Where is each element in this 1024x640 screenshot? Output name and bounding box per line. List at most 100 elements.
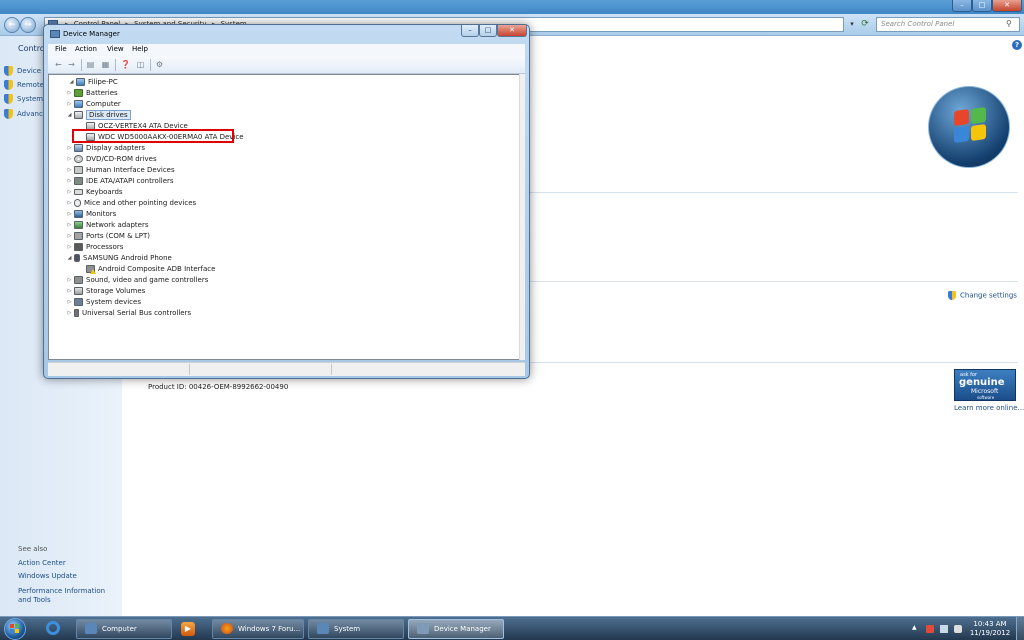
show-desktop-button[interactable] — [1016, 617, 1024, 640]
expand-arrow-icon[interactable]: ▷ — [66, 143, 73, 154]
tree-node-filipe-pc[interactable]: ◢ Filipe-PC — [68, 77, 118, 88]
maximize-button[interactable]: □ — [479, 25, 497, 37]
windows-update-link[interactable]: Windows Update — [18, 572, 118, 581]
help-icon[interactable]: ❓ — [120, 59, 131, 70]
expand-arrow-icon[interactable]: ▷ — [66, 88, 73, 99]
expand-arrow-icon[interactable]: ▷ — [66, 275, 73, 286]
show-hidden-icons-icon[interactable]: ▲ — [912, 624, 920, 632]
minimize-button[interactable]: – — [952, 0, 972, 12]
expand-arrow-icon[interactable]: ▷ — [66, 308, 73, 319]
tree-node-display-adapters[interactable]: ▷ Display adapters — [66, 143, 145, 154]
menu-file[interactable]: File — [55, 45, 67, 53]
expand-arrow-icon[interactable]: ▷ — [66, 99, 73, 110]
close-button[interactable]: ✕ — [992, 0, 1022, 12]
menu-help[interactable]: Help — [132, 45, 148, 53]
taskbar-button-computer[interactable]: Computer — [76, 619, 172, 639]
collapse-arrow-icon[interactable]: ◢ — [66, 110, 73, 121]
tree-node-computer[interactable]: ▷ Computer — [66, 99, 121, 110]
tree-node-storage-volumes[interactable]: ▷ Storage Volumes — [66, 286, 145, 297]
clock-time[interactable]: 10:43 AM — [968, 620, 1012, 628]
toolbar: ← → ▤ ▦ ❓ ◫ ⚙ — [48, 56, 525, 74]
tree-node-sound-video-game-controllers[interactable]: ▷ Sound, video and game controllers — [66, 275, 208, 286]
learn-more-link[interactable]: Learn more online... — [954, 404, 1024, 412]
back-button[interactable]: ← — [4, 17, 20, 33]
monitor-icon — [74, 210, 83, 218]
network-icon[interactable] — [940, 625, 948, 633]
menu-bar: File Action View Help — [48, 44, 525, 56]
expand-arrow-icon[interactable]: ▷ — [66, 231, 73, 242]
tree-node-dvd-cd-rom-drives[interactable]: ▷ DVD/CD-ROM drives — [66, 154, 157, 165]
system-device-icon — [74, 298, 83, 306]
help-icon[interactable]: ? — [1012, 40, 1022, 50]
back-arrow-icon[interactable]: ← — [53, 59, 64, 70]
maximize-button[interactable]: □ — [972, 0, 992, 12]
tree-node-keyboards[interactable]: ▷ Keyboards — [66, 187, 123, 198]
expand-arrow-icon[interactable]: ▷ — [66, 242, 73, 253]
tree-node-monitors[interactable]: ▷ Monitors — [66, 209, 116, 220]
expand-arrow-icon[interactable]: ▷ — [66, 176, 73, 187]
expand-arrow-icon[interactable]: ▷ — [66, 286, 73, 297]
tree-node-mice-and-pointing-devices[interactable]: ▷ Mice and other pointing devices — [66, 198, 196, 209]
search-icon[interactable]: ⚲ — [1006, 19, 1016, 29]
search-input[interactable]: Search Control Panel — [876, 17, 1020, 32]
change-settings-link[interactable]: Change settings — [948, 291, 1017, 300]
tree-node-network-adapters[interactable]: ▷ Network adapters — [66, 220, 149, 231]
performance-information-link[interactable]: Performance Information and Tools — [18, 587, 118, 605]
processor-icon — [74, 243, 83, 251]
scan-hardware-icon[interactable]: ⚙ — [154, 59, 165, 70]
tree-node-batteries[interactable]: ▷ Batteries — [66, 88, 118, 99]
sidebar-item-system-protection[interactable]: System — [4, 94, 43, 104]
close-button[interactable]: ✕ — [497, 25, 527, 37]
device-manager-titlebar[interactable]: Device Manager – □ ✕ — [44, 25, 529, 43]
sidebar-item-remote-settings[interactable]: Remote — [4, 80, 44, 90]
tree-node-label: Computer — [86, 100, 121, 108]
expand-arrow-icon[interactable]: ▷ — [66, 297, 73, 308]
tree-node-human-interface-devices[interactable]: ▷ Human Interface Devices — [66, 165, 175, 176]
forward-button[interactable]: → — [20, 17, 36, 33]
expand-arrow-icon[interactable]: ▷ — [66, 220, 73, 231]
tree-node-processors[interactable]: ▷ Processors — [66, 242, 123, 253]
expand-arrow-icon[interactable]: ▷ — [66, 209, 73, 220]
action-center-link[interactable]: Action Center — [18, 559, 118, 568]
vertical-scrollbar[interactable] — [519, 74, 525, 360]
forward-arrow-icon[interactable]: → — [66, 59, 77, 70]
genuine-microsoft-text: Microsoft — [971, 388, 999, 395]
internet-explorer-icon[interactable] — [40, 619, 66, 639]
taskbar-button-system[interactable]: System — [308, 619, 404, 639]
tree-node-ide-ata-atapi-controllers[interactable]: ▷ IDE ATA/ATAPI controllers — [66, 176, 174, 187]
expand-arrow-icon[interactable]: ▷ — [66, 198, 73, 209]
taskbar-button-firefox[interactable]: Windows 7 Foru... — [212, 619, 304, 639]
menu-view[interactable]: View — [107, 45, 124, 53]
clock-date[interactable]: 11/19/2012 — [968, 629, 1012, 637]
genuine-microsoft-badge[interactable]: ask for genuine Microsoft software — [954, 369, 1016, 401]
expand-arrow-icon[interactable]: ▷ — [66, 165, 73, 176]
volume-icon[interactable] — [954, 625, 962, 633]
collapse-arrow-icon[interactable]: ◢ — [66, 253, 73, 264]
tree-node-usb-controllers[interactable]: ▷ Universal Serial Bus controllers — [66, 308, 191, 319]
tree-node-ports-com-lpt[interactable]: ▷ Ports (COM & LPT) — [66, 231, 150, 242]
taskbar-button-device-manager[interactable]: Device Manager — [408, 619, 504, 639]
properties-icon[interactable]: ▦ — [100, 59, 111, 70]
device-manager-icon — [417, 623, 429, 634]
tree-node-disk-drives[interactable]: ◢ Disk drives — [66, 110, 131, 121]
address-dropdown-icon[interactable]: ▾ — [846, 17, 858, 32]
logo-flag-yellow — [971, 123, 986, 142]
minimize-button[interactable]: – — [461, 25, 479, 37]
action-center-flag-icon[interactable] — [926, 625, 934, 633]
tree-node-label: Sound, video and game controllers — [86, 276, 209, 284]
media-player-icon[interactable]: ▶ — [176, 619, 202, 639]
tree-node-android-composite-adb-interface[interactable]: Android Composite ADB Interface — [78, 264, 215, 275]
sidebar-item-advanced-settings[interactable]: Advanc — [4, 109, 43, 119]
monitor-view-icon[interactable]: ◫ — [135, 59, 146, 70]
menu-action[interactable]: Action — [75, 45, 97, 53]
expand-arrow-icon[interactable]: ▷ — [66, 187, 73, 198]
show-hide-tree-icon[interactable]: ▤ — [85, 59, 96, 70]
tree-node-samsung-android-phone[interactable]: ◢ SAMSUNG Android Phone — [66, 253, 172, 264]
refresh-icon[interactable]: ⟳ — [858, 17, 872, 32]
control-panel-titlebar[interactable]: – □ ✕ — [0, 0, 1024, 14]
tree-node-system-devices[interactable]: ▷ System devices — [66, 297, 141, 308]
shield-icon — [948, 291, 956, 300]
start-button[interactable] — [4, 618, 26, 640]
expand-arrow-icon[interactable]: ▷ — [66, 154, 73, 165]
collapse-arrow-icon[interactable]: ◢ — [68, 77, 75, 88]
